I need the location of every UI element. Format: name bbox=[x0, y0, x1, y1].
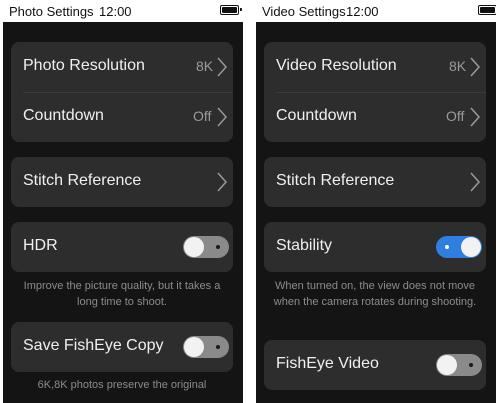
video-resolution-value: 8K bbox=[449, 58, 467, 74]
stitch-reference-label: Stitch Reference bbox=[276, 172, 395, 189]
hdr-toggle[interactable] bbox=[183, 236, 229, 258]
fisheye-video-toggle[interactable] bbox=[436, 354, 482, 376]
countdown-value: Off bbox=[193, 108, 212, 124]
stability-row: Stability bbox=[264, 222, 486, 272]
fisheye-video-row: FishEye Video bbox=[264, 340, 486, 390]
stability-group: Stability bbox=[264, 222, 486, 272]
countdown-row[interactable]: Countdown Off bbox=[264, 92, 486, 142]
video-settings-screen: Video Settings 12:00 Video Resolution 8K… bbox=[256, 0, 496, 403]
stitch-reference-row[interactable]: Stitch Reference bbox=[11, 157, 233, 207]
fisheye-copy-description: 6K,8K photos preserve the original bbox=[37, 379, 207, 391]
stitch-reference-group: Stitch Reference bbox=[264, 157, 486, 207]
chevron-right-icon bbox=[470, 172, 480, 192]
toggle-knob bbox=[437, 355, 457, 375]
status-title: Video Settings bbox=[262, 4, 346, 19]
screenshot: Photo Settings 12:00 Photo Resolution 8K… bbox=[0, 0, 496, 403]
battery-icon bbox=[478, 5, 496, 15]
resolution-countdown-group: Photo Resolution 8K Countdown Off bbox=[11, 42, 233, 142]
chevron-right-icon bbox=[217, 172, 227, 192]
photo-settings-screen: Photo Settings 12:00 Photo Resolution 8K… bbox=[3, 0, 243, 403]
chevron-right-icon bbox=[470, 57, 480, 77]
stability-description: When turned on, the view does not move w… bbox=[273, 280, 477, 308]
toggle-dot bbox=[216, 245, 220, 249]
save-fisheye-copy-group: Save FishEye Copy bbox=[11, 322, 233, 372]
hdr-group: HDR bbox=[11, 222, 233, 272]
settings-list: Photo Resolution 8K Countdown Off Stitch… bbox=[3, 22, 243, 403]
toggle-dot bbox=[445, 245, 449, 249]
save-fisheye-copy-row: Save FishEye Copy bbox=[11, 322, 233, 372]
countdown-label: Countdown bbox=[23, 107, 104, 124]
countdown-label: Countdown bbox=[276, 107, 357, 124]
fisheye-video-label: FishEye Video bbox=[276, 355, 379, 372]
photo-resolution-label: Photo Resolution bbox=[23, 57, 145, 74]
fisheye-video-group: FishEye Video bbox=[264, 340, 486, 390]
hdr-row: HDR bbox=[11, 222, 233, 272]
countdown-value: Off bbox=[446, 108, 465, 124]
countdown-row[interactable]: Countdown Off bbox=[11, 92, 233, 142]
hdr-label: HDR bbox=[23, 237, 58, 254]
status-time: 12:00 bbox=[346, 4, 379, 19]
toggle-knob bbox=[184, 337, 204, 357]
settings-list: Video Resolution 8K Countdown Off Stitch… bbox=[256, 22, 496, 403]
photo-resolution-row[interactable]: Photo Resolution 8K bbox=[11, 42, 233, 92]
status-time: 12:00 bbox=[99, 4, 132, 19]
toggle-knob bbox=[184, 237, 204, 257]
toggle-knob bbox=[461, 237, 481, 257]
hdr-description: Improve the picture quality, but it take… bbox=[23, 280, 221, 308]
status-bar: Video Settings 12:00 bbox=[256, 0, 496, 22]
resolution-countdown-group: Video Resolution 8K Countdown Off bbox=[264, 42, 486, 142]
video-resolution-label: Video Resolution bbox=[276, 57, 397, 74]
toggle-dot bbox=[216, 345, 220, 349]
photo-resolution-value: 8K bbox=[196, 58, 214, 74]
stitch-reference-group: Stitch Reference bbox=[11, 157, 233, 207]
status-title: Photo Settings bbox=[9, 4, 94, 19]
stability-toggle[interactable] bbox=[436, 236, 482, 258]
chevron-right-icon bbox=[217, 57, 227, 77]
stitch-reference-row[interactable]: Stitch Reference bbox=[264, 157, 486, 207]
chevron-right-icon bbox=[217, 107, 227, 127]
battery-icon bbox=[220, 5, 242, 15]
status-bar: Photo Settings 12:00 bbox=[3, 0, 243, 22]
video-resolution-row[interactable]: Video Resolution 8K bbox=[264, 42, 486, 92]
chevron-right-icon bbox=[470, 107, 480, 127]
stability-label: Stability bbox=[276, 237, 333, 254]
save-fisheye-copy-toggle[interactable] bbox=[183, 336, 229, 358]
save-fisheye-copy-label: Save FishEye Copy bbox=[23, 337, 164, 354]
stitch-reference-label: Stitch Reference bbox=[23, 172, 142, 189]
toggle-dot bbox=[469, 363, 473, 367]
